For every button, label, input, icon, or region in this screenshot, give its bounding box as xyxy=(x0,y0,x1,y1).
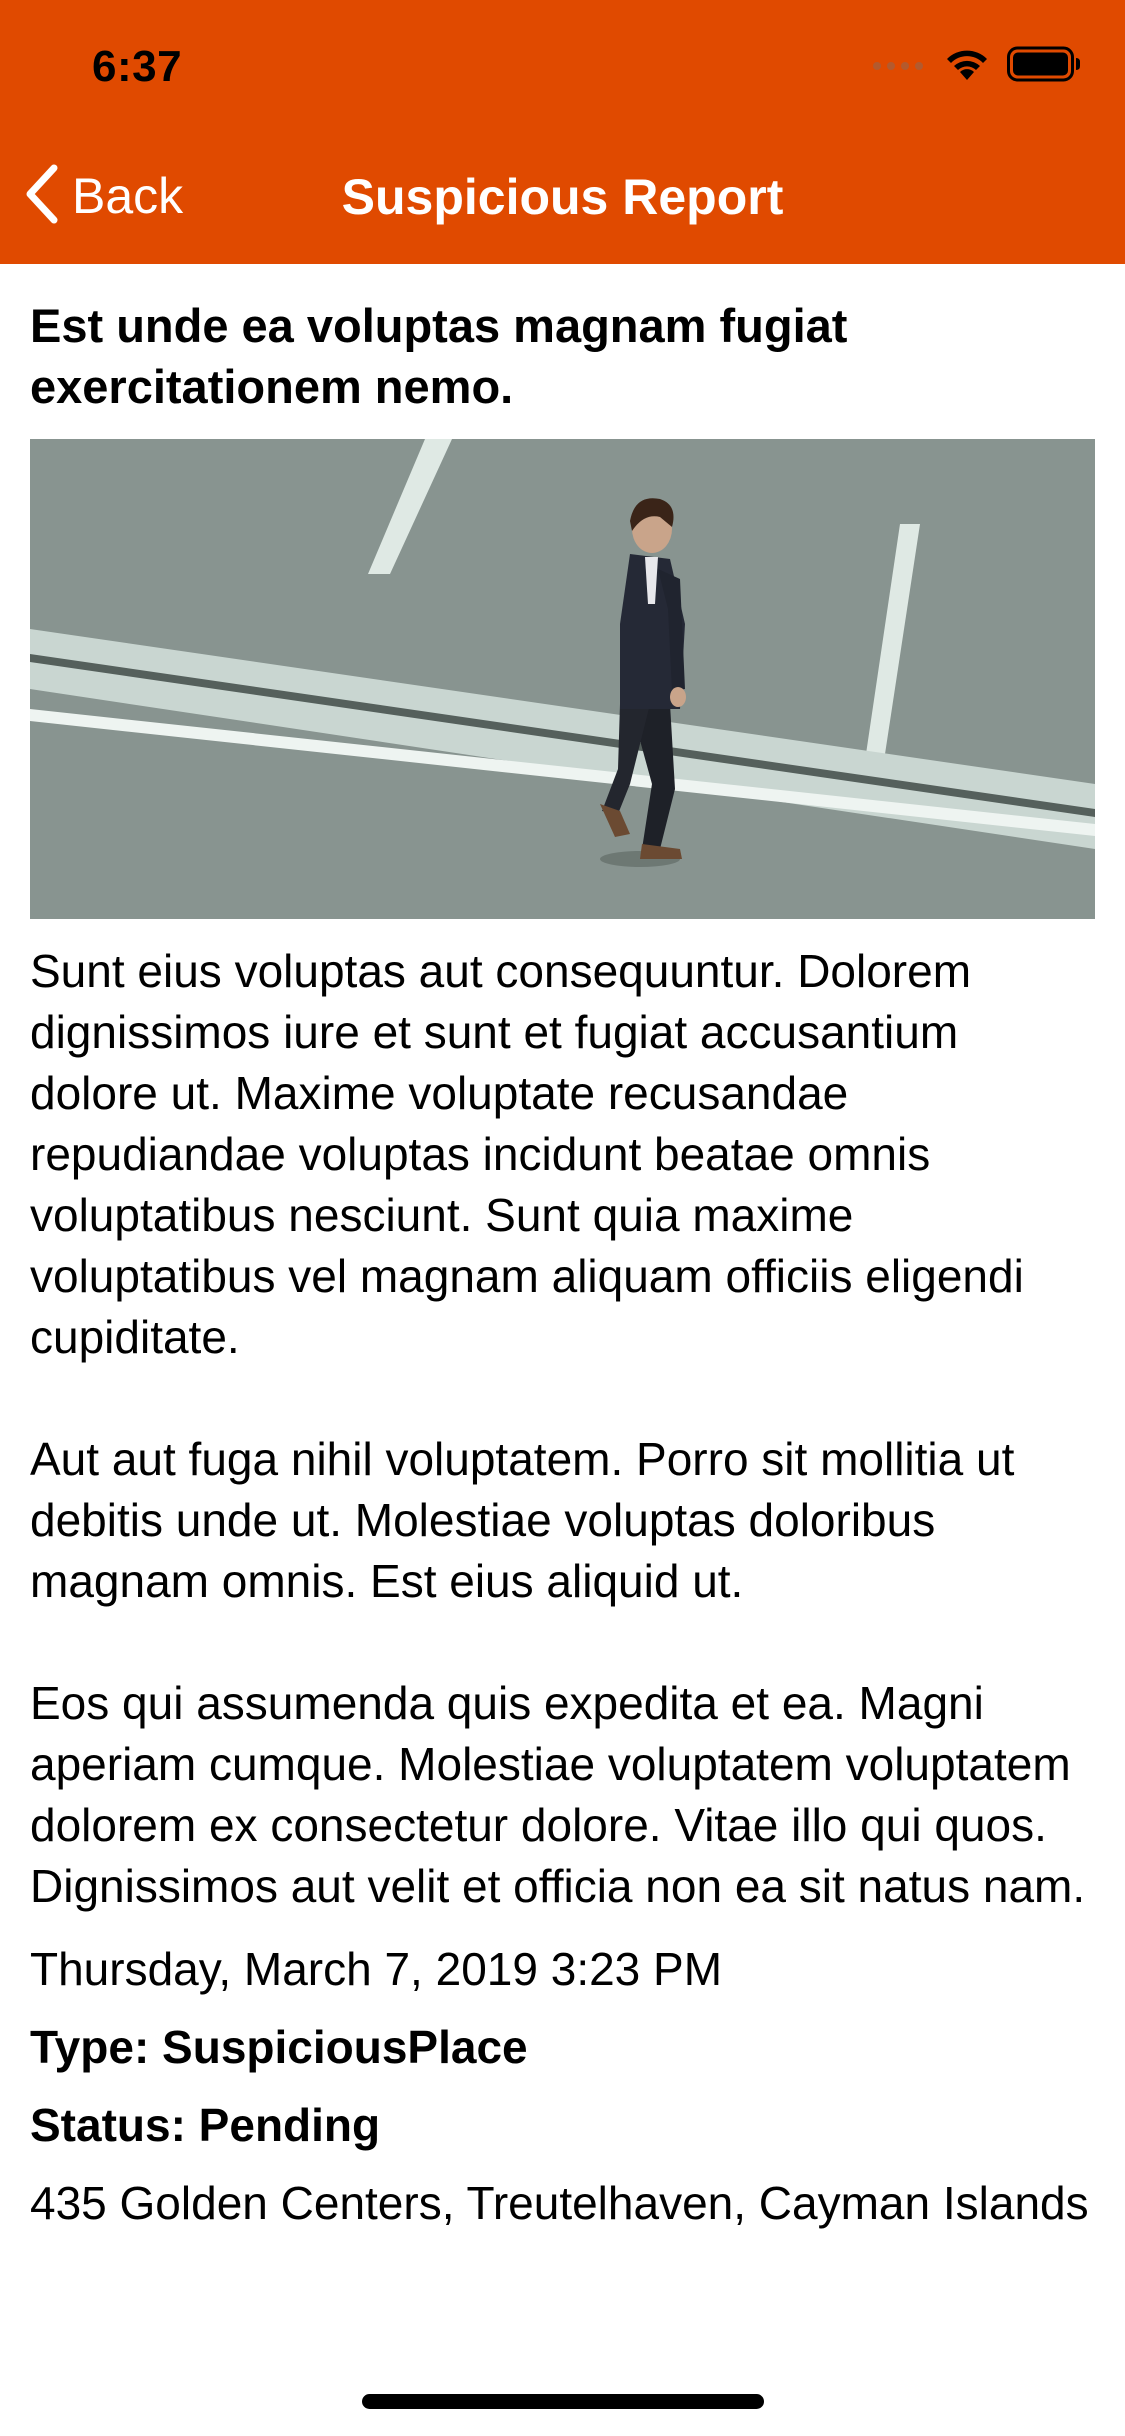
report-date: Thursday, March 7, 2019 3:23 PM xyxy=(30,1943,723,1995)
page-title: Suspicious Report xyxy=(341,169,784,225)
home-indicator[interactable] xyxy=(362,2394,764,2409)
wifi-icon xyxy=(945,47,989,86)
app-header: 6:37 Back Suspicious Report xyxy=(0,0,1125,264)
report-photo xyxy=(30,439,1095,919)
report-description: Sunt eius voluptas aut consequuntur. Dol… xyxy=(30,945,1086,1912)
status-bar-time: 6:37 xyxy=(92,42,183,91)
report-type: Type: SuspiciousPlace xyxy=(30,2021,528,2073)
report-status: Status: Pending xyxy=(30,2099,381,2151)
report-title: Est unde ea voluptas magnam fugiat exerc… xyxy=(30,299,848,413)
battery-icon xyxy=(1007,46,1081,87)
report-address: 435 Golden Centers, Treutelhaven, Cayman… xyxy=(30,2177,1089,2229)
cellular-signal-icon xyxy=(871,56,927,77)
status-bar-indicators xyxy=(871,46,1081,86)
report-detail: Est unde ea voluptas magnam fugiat exerc… xyxy=(30,295,1095,2287)
